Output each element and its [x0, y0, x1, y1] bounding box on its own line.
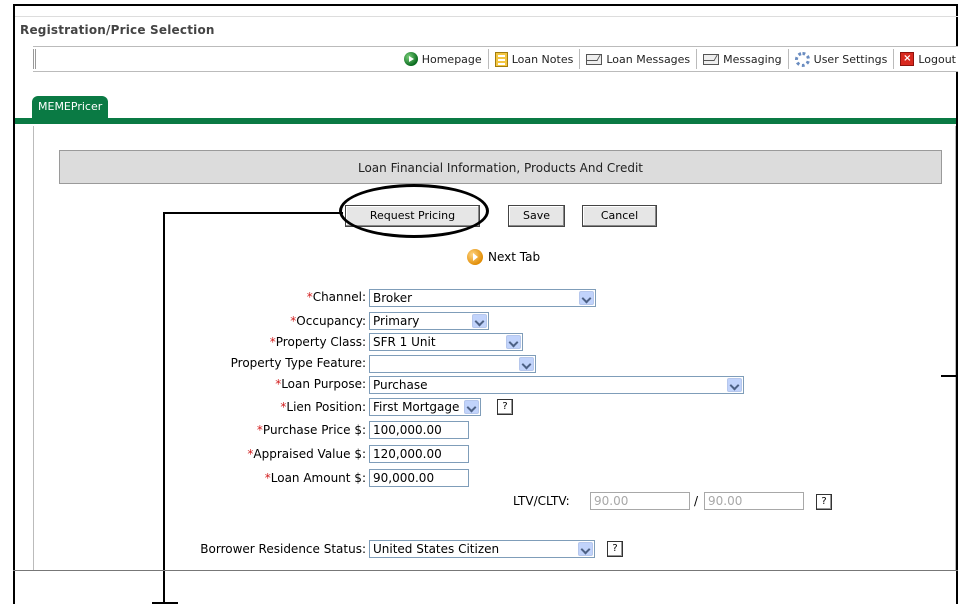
title-divider — [15, 16, 958, 17]
callout-tick-right — [941, 375, 958, 377]
cancel-button[interactable]: Cancel — [582, 205, 657, 227]
home-icon — [403, 52, 418, 66]
callout-line-vertical — [163, 212, 165, 604]
loan-messages-label: Loan Messages — [606, 52, 691, 66]
user-settings-label: User Settings — [813, 52, 888, 66]
ltv-cltv-label: LTV/CLTV: — [513, 494, 570, 508]
chevron-down-icon — [519, 357, 534, 371]
notes-icon — [494, 51, 508, 67]
occupancy-label: *Occupancy: — [290, 314, 366, 328]
chevron-down-icon — [579, 291, 594, 305]
ltv-separator: / — [694, 494, 699, 508]
chevron-down-icon — [464, 400, 479, 414]
property-type-feature-select[interactable] — [369, 355, 536, 373]
property-type-feature-label: Property Type Feature: — [230, 356, 366, 370]
tab-bar: MEMEPricer — [15, 96, 956, 124]
logout-label: Logout — [918, 52, 956, 66]
page-title: Registration/Price Selection — [20, 23, 215, 37]
envelope-icon — [586, 53, 603, 65]
lien-position-label: *Lien Position: — [280, 400, 366, 414]
chevron-down-icon — [506, 335, 521, 349]
appraised-value-label: *Appraised Value $: — [247, 447, 366, 461]
next-tab-label: Next Tab — [488, 250, 541, 264]
residence-status-help-button[interactable]: ? — [607, 541, 623, 557]
channel-label: *Channel: — [306, 290, 366, 304]
ltv-input — [590, 492, 690, 510]
logout-link[interactable]: × Logout — [894, 49, 958, 69]
occupancy-select[interactable]: Primary — [369, 312, 489, 330]
next-tab-link[interactable]: Next Tab — [467, 249, 540, 265]
property-class-label: *Property Class: — [269, 335, 366, 349]
loan-purpose-select[interactable]: Purchase — [369, 376, 744, 394]
lien-position-select[interactable]: First Mortgage — [369, 398, 481, 416]
annotation-circle — [339, 184, 489, 238]
property-class-select[interactable]: SFR 1 Unit — [369, 333, 523, 351]
callout-line-horizontal — [163, 212, 343, 214]
loan-amount-label: *Loan Amount $: — [264, 471, 366, 485]
purchase-price-input[interactable] — [369, 421, 469, 439]
purchase-price-label: *Purchase Price $: — [256, 423, 366, 437]
envelope-icon — [703, 53, 720, 65]
loan-amount-input[interactable] — [369, 469, 469, 487]
callout-line-foot — [152, 602, 178, 604]
cltv-input — [704, 492, 804, 510]
borrower-residence-status-label: Borrower Residence Status: — [200, 542, 366, 556]
chevron-down-icon — [727, 378, 742, 392]
user-settings-link[interactable]: User Settings — [789, 49, 895, 69]
loan-notes-label: Loan Notes — [511, 52, 574, 66]
messaging-link[interactable]: Messaging — [697, 49, 789, 69]
next-arrow-icon — [467, 249, 483, 265]
top-toolbar: Homepage Loan Notes Loan Messages Messag… — [33, 46, 958, 72]
gear-icon — [794, 51, 810, 67]
tab-memepricer[interactable]: MEMEPricer — [32, 96, 109, 118]
save-button[interactable]: Save — [508, 205, 565, 227]
homepage-link[interactable]: Homepage — [398, 49, 489, 69]
loan-notes-link[interactable]: Loan Notes — [489, 49, 581, 69]
channel-select[interactable]: Broker — [369, 289, 596, 307]
lien-position-help-button[interactable]: ? — [497, 399, 513, 415]
messaging-label: Messaging — [723, 52, 782, 66]
chevron-down-icon — [578, 542, 593, 556]
logout-icon: × — [900, 52, 915, 66]
loan-messages-link[interactable]: Loan Messages — [580, 49, 698, 69]
content-bottom-edge — [13, 570, 958, 571]
appraised-value-input[interactable] — [369, 445, 469, 463]
ltv-cltv-help-button[interactable]: ? — [816, 494, 832, 510]
section-header: Loan Financial Information, Products And… — [59, 150, 942, 184]
borrower-residence-status-select[interactable]: United States Citizen — [369, 540, 595, 558]
toolbar-grip — [33, 49, 36, 69]
chevron-down-icon — [472, 314, 487, 328]
loan-purpose-label: *Loan Purpose: — [275, 377, 366, 391]
homepage-label: Homepage — [421, 52, 482, 66]
